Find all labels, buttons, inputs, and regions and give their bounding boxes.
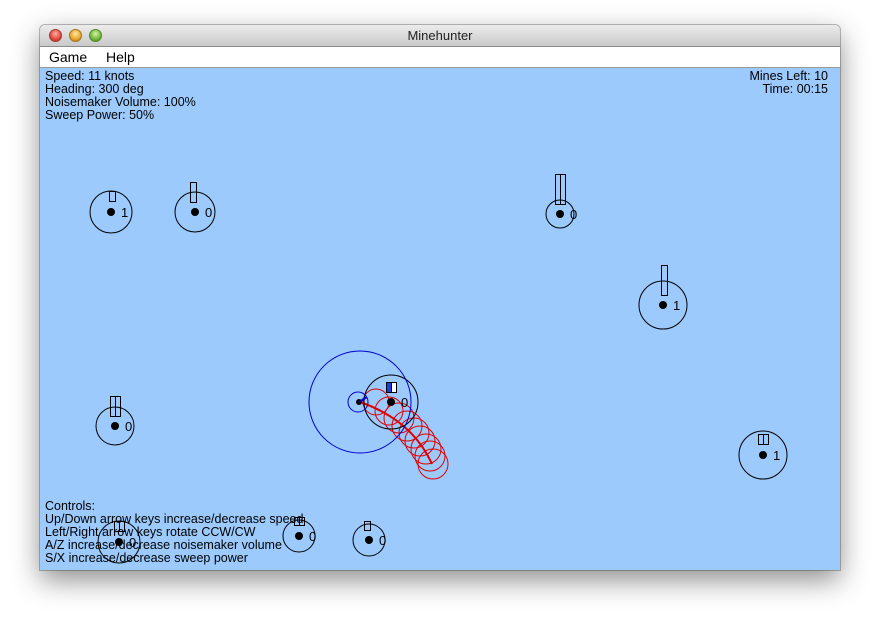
sweep-readout: Sweep Power: 50% [45, 108, 155, 122]
mine-marker: 0 [174, 182, 216, 233]
mine-count-label: 1 [673, 298, 680, 313]
menu-bar: Game Help [40, 47, 840, 68]
time-readout: Time: 00:15 [762, 82, 828, 96]
mine-marker: 1 [638, 265, 688, 330]
mine-count-label: 1 [773, 448, 780, 463]
game-field: 1 0 010010 0 0 [89, 174, 788, 564]
mine-count-label: 0 [570, 207, 577, 222]
mine-dot [107, 208, 115, 216]
mine-dot [387, 398, 395, 406]
mine-marker: 0 [363, 374, 419, 430]
mine-count-label: 0 [125, 419, 132, 434]
ship [308, 350, 412, 454]
mine-dot [111, 422, 119, 430]
mine-dot [759, 451, 767, 459]
mine-count-label: 0 [205, 205, 212, 220]
title-bar[interactable]: Minehunter [40, 25, 840, 47]
mine-gauge-fill [387, 383, 392, 392]
mine-dot [365, 536, 373, 544]
wake-circle [362, 388, 390, 416]
mine-gauge [661, 265, 668, 296]
wake-circle [398, 417, 430, 449]
window-title: Minehunter [407, 28, 473, 43]
mine-marker: 0 [352, 521, 386, 557]
mine-dot [659, 301, 667, 309]
app-window: Minehunter Game Help 1001001000 Speed: 1… [40, 25, 840, 570]
mine-gauge [364, 521, 371, 531]
mine-dot [191, 208, 199, 216]
mine-count-label: 1 [121, 205, 128, 220]
mine-marker: 0 [545, 174, 577, 229]
mine-count-label: 0 [379, 533, 386, 548]
controls-line-sweep: S/X increase/decrease sweep power [45, 551, 248, 565]
menu-game[interactable]: Game [49, 47, 87, 68]
mine-gauge [109, 191, 116, 202]
menu-help[interactable]: Help [106, 47, 135, 68]
mine-count-label: 0 [309, 529, 316, 544]
mine-marker: 1 [89, 190, 133, 234]
mine-dot [556, 210, 564, 218]
mine-dot [295, 532, 303, 540]
mine-count-label: 0 [401, 395, 408, 410]
game-canvas[interactable]: 1001001000 Speed: 11 knots Heading: 300 … [40, 68, 840, 570]
mine-marker: 0 [95, 396, 135, 446]
mine-marker: 1 [738, 430, 788, 480]
